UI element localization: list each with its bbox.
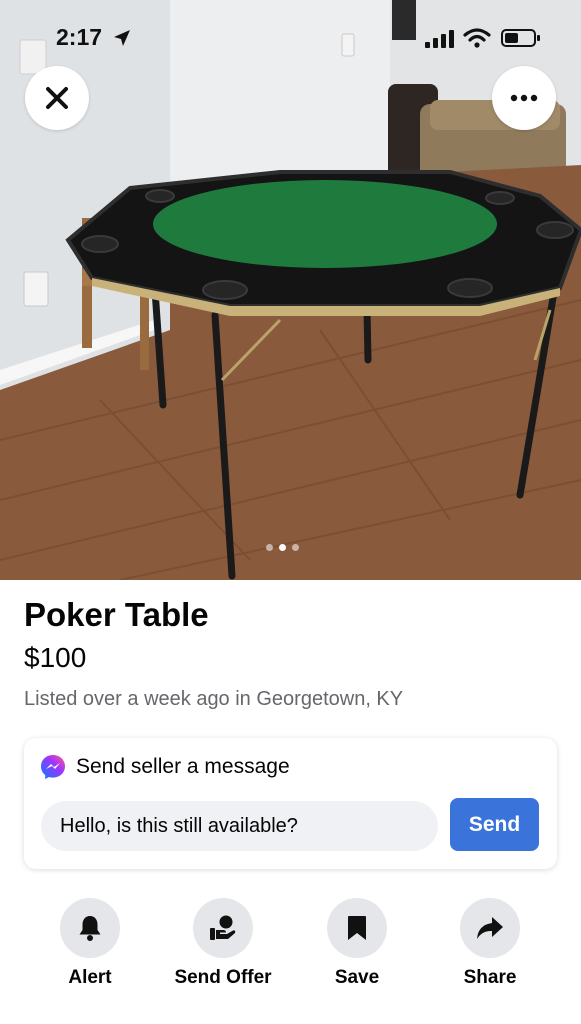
more-dots-icon [510, 94, 538, 102]
save-button[interactable]: Save [292, 898, 422, 989]
send-offer-icon-circle[interactable] [193, 898, 253, 958]
status-bar: 2:17 [0, 0, 581, 76]
action-bar: Alert Send Offer Save Share [0, 898, 581, 998]
message-input[interactable]: Hello, is this still available? [41, 801, 438, 851]
share-label: Share [463, 967, 517, 988]
close-icon [46, 87, 68, 109]
status-time: 2:17 [56, 24, 103, 50]
pagination-dot[interactable] [292, 544, 299, 551]
messenger-icon [41, 755, 65, 779]
alert-button[interactable]: Alert [25, 898, 155, 989]
send-offer-label: Send Offer [174, 967, 272, 988]
share-icon-circle[interactable] [460, 898, 520, 958]
send-offer-button[interactable]: Send Offer [158, 898, 288, 989]
battery-icon [501, 29, 540, 47]
message-seller-card: Send seller a message Hello, is this sti… [24, 738, 557, 869]
alert-icon-circle[interactable] [60, 898, 120, 958]
save-icon-circle[interactable] [327, 898, 387, 958]
pagination-dot-active[interactable] [279, 544, 286, 551]
message-header-label: Send seller a message [76, 755, 290, 778]
share-arrow-icon [477, 917, 503, 939]
listing-meta: Listed over a week ago in Georgetown, KY [24, 688, 404, 710]
message-header: Send seller a message [40, 754, 290, 780]
bookmark-icon [348, 916, 366, 940]
message-input-value: Hello, is this still available? [60, 814, 298, 837]
close-button[interactable] [25, 66, 89, 130]
share-button[interactable]: Share [425, 898, 555, 989]
alert-label: Alert [68, 967, 112, 988]
more-options-button[interactable] [492, 66, 556, 130]
cellular-signal-icon [425, 30, 454, 48]
send-button[interactable]: Send [450, 798, 539, 851]
save-label: Save [334, 967, 380, 988]
offer-hand-icon [210, 915, 236, 940]
location-arrow-icon [114, 30, 130, 46]
photo-pagination[interactable] [266, 544, 299, 551]
wifi-icon [463, 28, 491, 48]
listing-photo[interactable]: 2:17 [0, 0, 581, 580]
listing-title: Poker Table [24, 596, 209, 633]
bell-icon [79, 916, 101, 941]
pagination-dot[interactable] [266, 544, 273, 551]
listing-price: $100 [24, 642, 87, 673]
